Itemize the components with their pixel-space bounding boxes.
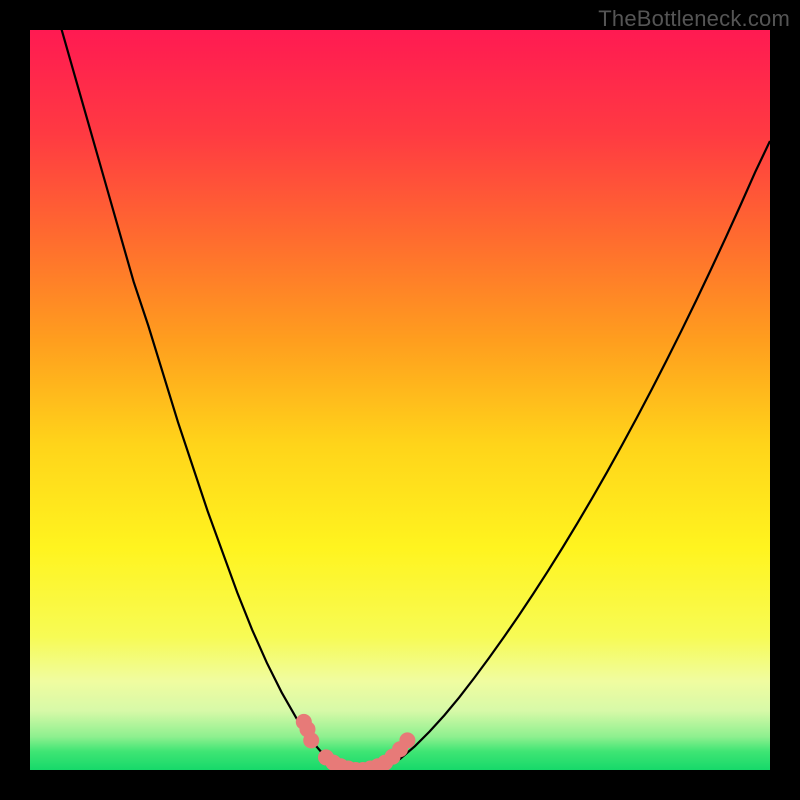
chart-frame: TheBottleneck.com [0,0,800,800]
watermark-text: TheBottleneck.com [598,6,790,32]
curve-layer [30,30,770,770]
highlight-markers [296,714,416,770]
bottleneck-curve [30,30,770,770]
plot-area [30,30,770,770]
highlight-point [303,732,319,748]
highlight-point [399,732,415,748]
